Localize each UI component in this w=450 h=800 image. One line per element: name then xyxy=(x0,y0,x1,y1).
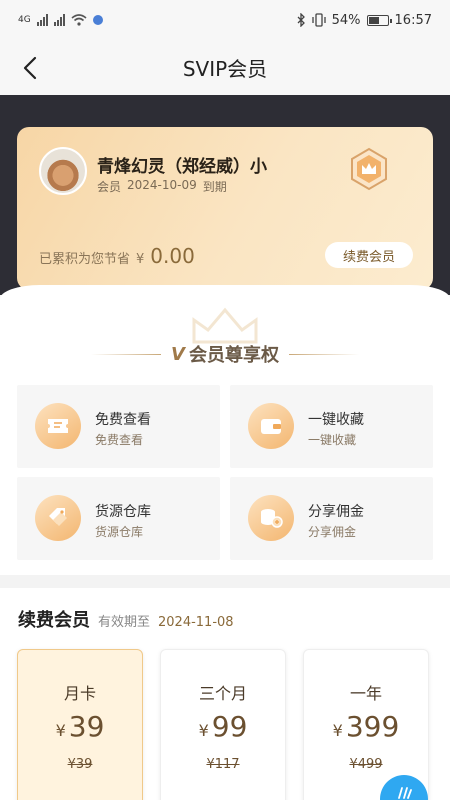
expiry-date: 2024-10-09 xyxy=(127,178,197,192)
privilege-subtitle: 一键收藏 xyxy=(308,433,357,447)
valid-date: 2024-11-08 xyxy=(158,615,234,630)
wallet-icon xyxy=(248,403,294,449)
member-role: 会员 xyxy=(97,180,122,194)
renew-section: 续费会员 有效期至 2024-11-08 月卡 ¥39 ¥39 三个月 ¥99 … xyxy=(0,588,450,800)
plan-price-value: 399 xyxy=(345,710,400,743)
plan-currency: ¥ xyxy=(55,721,66,740)
privilege-title: 分享佣金 xyxy=(308,504,364,520)
battery-percent: 54% xyxy=(331,12,361,28)
renew-title: 续费会员 xyxy=(18,610,90,631)
privilege-tile-collect[interactable]: 一键收藏 一键收藏 xyxy=(230,385,433,468)
plan-price: ¥39 xyxy=(18,710,142,743)
divider-left xyxy=(91,353,162,355)
v-icon: V xyxy=(171,343,185,365)
plan-currency: ¥ xyxy=(332,721,343,740)
crown-badge-icon xyxy=(351,147,387,191)
valid-label: 有效期至 xyxy=(98,615,151,630)
plan-name: 三个月 xyxy=(198,684,247,703)
back-button[interactable] xyxy=(16,54,44,82)
plan-original-price: ¥499 xyxy=(349,757,383,772)
app-notification-icon xyxy=(92,15,103,25)
plan-original-price: ¥117 xyxy=(206,757,240,772)
plan-name: 月卡 xyxy=(63,684,96,703)
plan-price-value: 39 xyxy=(68,710,105,743)
privilege-subtitle: 货源仓库 xyxy=(95,525,144,539)
privilege-tile-warehouse[interactable]: 货源仓库 货源仓库 xyxy=(17,477,220,560)
privilege-tile-commission[interactable]: 分享佣金 分享佣金 xyxy=(230,477,433,560)
status-bar: 4G 54% 16:57 xyxy=(0,0,450,40)
member-name: 青烽幻灵（郑经威）小 xyxy=(97,157,267,177)
plan-original-price: ¥39 xyxy=(67,757,93,772)
cell-signal-icon xyxy=(36,14,48,26)
member-expiry: 会员 2024-10-09 到期 xyxy=(97,178,227,195)
expiry-suffix: 到期 xyxy=(202,180,227,194)
avatar[interactable] xyxy=(39,147,87,195)
privilege-title: 一键收藏 xyxy=(308,412,364,428)
privilege-subtitle: 分享佣金 xyxy=(308,525,357,539)
privileges-title-text: 会员尊享权 xyxy=(188,345,279,366)
plan-price: ¥399 xyxy=(304,710,428,743)
wifi-icon xyxy=(71,14,87,26)
savings-currency: ¥ xyxy=(136,252,145,267)
plan-name: 一年 xyxy=(349,684,382,703)
savings-value: 0.00 xyxy=(150,244,195,268)
ticket-icon xyxy=(35,403,81,449)
plan-currency: ¥ xyxy=(198,721,209,740)
renew-header: 续费会员 有效期至 2024-11-08 xyxy=(18,606,234,632)
status-right: 54% 16:57 xyxy=(296,13,432,28)
plan-card-quarterly[interactable]: 三个月 ¥99 ¥117 xyxy=(160,649,286,800)
vibrate-icon xyxy=(311,13,326,27)
privilege-tile-free-view[interactable]: 免费查看 免费查看 xyxy=(17,385,220,468)
divider-right xyxy=(288,353,359,355)
privilege-subtitle: 免费查看 xyxy=(95,433,144,447)
network-label: 4G xyxy=(18,15,31,25)
chevron-left-icon xyxy=(23,56,37,80)
page-title: SVIP会员 xyxy=(182,57,268,81)
renew-member-button[interactable]: 续费会员 xyxy=(325,242,413,268)
member-card: 青烽幻灵（郑经威）小 会员 2024-10-09 到期 已累积为您节省 ¥ 0.… xyxy=(17,127,433,290)
tags-icon xyxy=(35,495,81,541)
plan-card-monthly[interactable]: 月卡 ¥39 ¥39 xyxy=(17,649,143,800)
savings-label: 已累积为您节省 xyxy=(39,252,131,267)
privileges-title: V 会员尊享权 xyxy=(171,341,279,367)
cell-signal-2-icon xyxy=(53,14,65,26)
clock: 16:57 xyxy=(394,12,432,28)
plan-price: ¥99 xyxy=(161,710,285,743)
savings-row: 已累积为您节省 ¥ 0.00 xyxy=(39,244,195,268)
coins-icon xyxy=(248,495,294,541)
bluetooth-icon xyxy=(297,13,305,27)
privileges-header: V 会员尊享权 xyxy=(0,338,450,370)
plan-price-value: 99 xyxy=(211,710,248,743)
nav-bar: SVIP会员 xyxy=(0,40,450,95)
battery-icon xyxy=(366,14,392,26)
privilege-title: 货源仓库 xyxy=(95,504,151,520)
privilege-title: 免费查看 xyxy=(95,412,151,428)
status-left: 4G xyxy=(18,14,103,26)
chat-lines-icon xyxy=(398,787,412,799)
